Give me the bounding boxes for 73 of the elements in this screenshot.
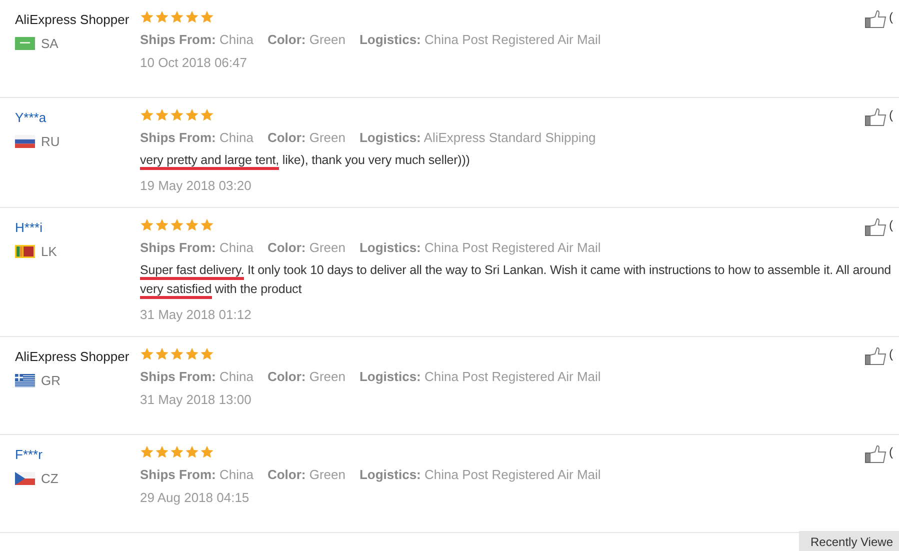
spec-text: Logistics: China Post Registered Air Mail [359,369,601,384]
star-icon [170,10,184,24]
flag-icon [15,37,35,50]
star-icon [155,218,169,232]
thumbs-up-icon[interactable] [865,10,887,28]
review-date: 31 May 2018 13:00 [140,392,252,407]
spec-text: Ships From: China [140,130,254,145]
spec-text: Ships From: China [140,369,254,384]
country-code: SA [41,36,58,51]
spec-text: Logistics: China Post Registered Air Mail [359,467,601,482]
country-code: RU [41,134,60,149]
star-icon [185,10,199,24]
star-icon [140,347,154,361]
star-icon [155,108,169,122]
review-date: 19 May 2018 03:20 [140,178,252,193]
star-icon [140,10,154,24]
country-code: CZ [41,471,58,486]
star-icon [140,445,154,459]
like-count: ( [889,108,893,122]
thumbs-up-icon[interactable] [865,445,887,463]
review-date: 31 May 2018 01:12 [140,307,252,322]
spec-text: Color: Green [267,32,346,47]
star-icon [170,108,184,122]
country-code: GR [41,373,60,388]
review-comment: very pretty and large tent, like), thank you very much seller))) [140,151,895,170]
star-icon [185,347,199,361]
like-count: ( [889,445,893,459]
star-icon [155,347,169,361]
like-count: ( [889,347,893,361]
thumbs-up-icon[interactable] [865,108,887,126]
spec-text: Ships From: China [140,240,254,255]
star-icon [140,218,154,232]
review-date: 29 Aug 2018 04:15 [140,490,250,505]
star-icon [200,347,214,361]
like-count: ( [889,10,893,24]
spec-text: Logistics: China Post Registered Air Mail [359,32,601,47]
flag-icon [15,472,35,485]
spec-text: Color: Green [267,240,346,255]
review-comment: Super fast delivery. It only took 10 days to deliver all the way to Sri Lankan. Wish it came with instructions to how to assemble it. All around very satisfied with the product [140,261,895,299]
like-count: ( [889,218,893,232]
star-icon [155,10,169,24]
star-icon [140,108,154,122]
recently-viewed-tab[interactable]: Recently Viewe [798,531,899,551]
flag-icon [15,374,35,387]
thumbs-up-icon[interactable] [865,218,887,236]
star-icon [185,108,199,122]
star-icon [200,218,214,232]
spec-text: Logistics: AliExpress Standard Shipping [359,130,596,145]
star-icon [170,347,184,361]
reviewer-name[interactable]: Y***a [15,110,140,125]
star-icon [155,445,169,459]
spec-text: Color: Green [267,130,346,145]
star-icon [200,10,214,24]
reviewer-name[interactable]: H***i [15,220,140,235]
star-icon [170,445,184,459]
thumbs-up-icon[interactable] [865,347,887,365]
star-icon [200,445,214,459]
spec-text: Color: Green [267,467,346,482]
reviewer-name[interactable]: F***r [15,447,140,462]
star-icon [185,218,199,232]
review-date: 10 Oct 2018 06:47 [140,55,248,70]
reviewer-name: AliExpress Shopper [15,12,130,27]
spec-text: Ships From: China [140,32,254,47]
country-code: LK [41,244,57,259]
spec-text: Color: Green [267,369,346,384]
star-icon [185,445,199,459]
star-icon [170,218,184,232]
flag-icon [15,245,35,258]
spec-text: Logistics: China Post Registered Air Mail [359,240,601,255]
star-icon [200,108,214,122]
spec-text: Ships From: China [140,467,254,482]
flag-icon [15,135,35,148]
reviewer-name: AliExpress Shopper [15,349,130,364]
